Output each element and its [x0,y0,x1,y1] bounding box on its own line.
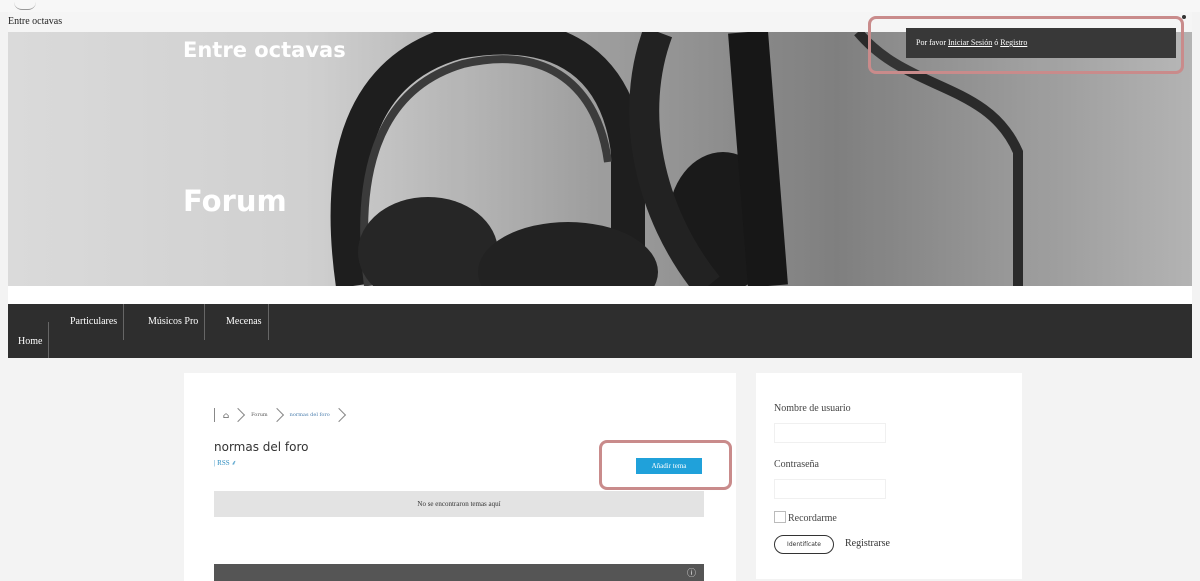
home-icon[interactable]: ⌂ [223,411,229,420]
highlight-box [868,16,1184,74]
dot-icon [1182,15,1186,19]
login-widget: Nombre de usuario Contraseña Recordarme … [756,373,1022,579]
chevron-right-icon [269,407,284,423]
username-input[interactable] [774,423,886,443]
info-icon[interactable]: ⓘ [687,566,696,579]
spacer [8,286,1192,304]
hero-site-title: Entre octavas [183,38,346,62]
nav-item-label: Mecenas [226,316,262,327]
breadcrumb-forum[interactable]: Forum [251,412,268,418]
username-label: Nombre de usuario [774,403,851,414]
breadcrumb: ⌂ Forum normas del foro [214,407,352,423]
nav-item-mecenas[interactable]: Mecenas [220,304,269,340]
main-nav: Home Particulares Músicos Pro Mecenas [8,304,1192,358]
breadcrumb-divider [214,408,215,422]
rss-link[interactable]: | RSS ⸙ [214,459,237,468]
chevron-right-icon [231,407,246,423]
decorative-curl [14,2,36,10]
nav-item-particulares[interactable]: Particulares [64,304,125,340]
nav-item-home[interactable]: Home [12,322,50,358]
rss-icon: ⸙ [231,459,237,467]
nav-item-label: Músicos Pro [148,316,199,327]
nav-item-label: Home [18,336,43,347]
breadcrumb-current[interactable]: normas del foro [290,412,330,418]
empty-topics-message: No se encontraron temas aquí [214,491,704,517]
top-strip [0,0,1200,12]
nav-item-musicos-pro[interactable]: Músicos Pro [142,304,206,340]
highlight-box [599,440,732,490]
register-link[interactable]: Registrarse [845,538,890,549]
hero-page-title: Forum [183,184,287,218]
remember-label: Recordarme [788,513,837,524]
forum-title: normas del foro [214,440,309,454]
login-button[interactable]: Identifícate [774,535,834,554]
site-name-link[interactable]: Entre octavas [8,16,62,27]
forum-footer-bar: ⓘ [214,564,704,581]
password-input[interactable] [774,479,886,499]
remember-checkbox[interactable] [774,511,786,523]
rss-label: | RSS [214,459,230,467]
nav-item-label: Particulares [70,316,118,327]
chevron-right-icon [331,407,346,423]
password-label: Contraseña [774,459,819,470]
